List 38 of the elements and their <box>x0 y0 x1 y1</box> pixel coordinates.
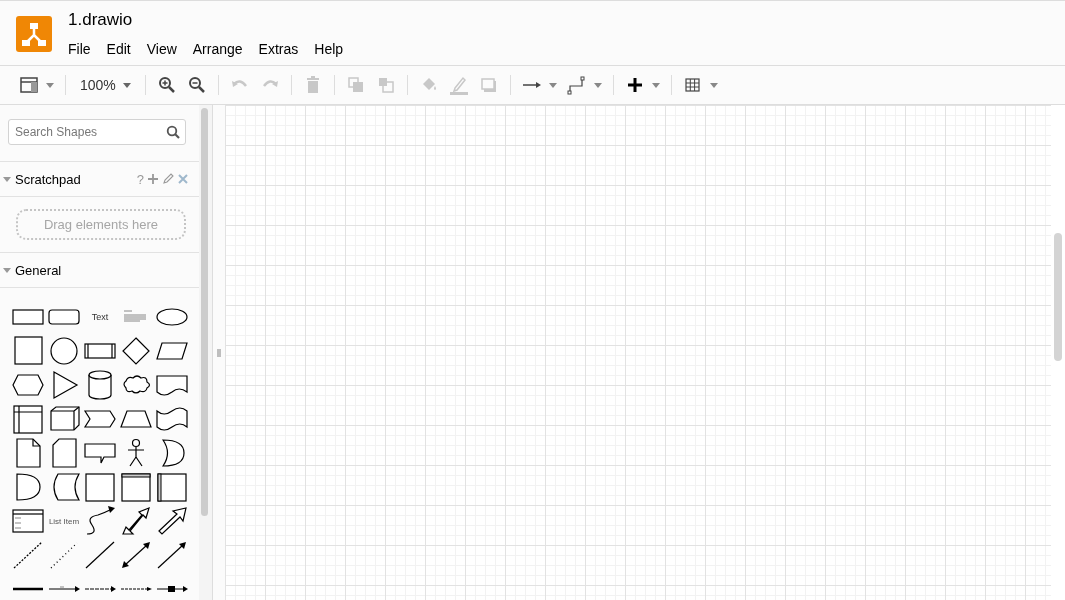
menu-item[interactable]: View <box>138 39 185 59</box>
scratchpad-header[interactable]: Scratchpad ? <box>0 162 199 197</box>
vertical-container-icon[interactable] <box>154 471 190 503</box>
caret-icon[interactable] <box>709 82 718 88</box>
caret-icon[interactable] <box>548 82 557 88</box>
menu-item[interactable]: Arrange <box>184 39 251 59</box>
menu-item[interactable]: Extras <box>250 39 307 59</box>
layout-panel-icon[interactable] <box>19 75 39 95</box>
zoom-out-icon[interactable] <box>186 75 207 95</box>
menu-item[interactable]: File <box>60 39 99 59</box>
list-item-shape[interactable]: List Item <box>48 516 80 526</box>
table-icon[interactable] <box>682 75 703 95</box>
expand-caret-icon[interactable] <box>3 267 11 273</box>
menu-item[interactable]: Help <box>306 39 352 59</box>
scrollbar-thumb[interactable] <box>1054 233 1062 361</box>
splitter-handle-icon[interactable] <box>217 348 221 357</box>
caret-icon[interactable] <box>46 82 54 88</box>
file-title[interactable]: 1.drawio <box>68 10 352 30</box>
caret-icon[interactable] <box>651 82 660 88</box>
add-icon[interactable] <box>147 173 159 185</box>
zoom-in-icon[interactable] <box>156 75 177 95</box>
text-shape[interactable]: Text <box>91 312 109 322</box>
caret-icon[interactable] <box>122 82 131 88</box>
search-field[interactable]: Search Shapes <box>8 119 186 145</box>
window-icon[interactable] <box>118 471 154 503</box>
expand-caret-icon[interactable] <box>3 176 11 182</box>
zoom-dropdown[interactable]: 100% <box>72 73 139 97</box>
edit-icon[interactable] <box>162 173 174 185</box>
orthogonal-connector-icon[interactable] <box>566 75 587 95</box>
app-logo-icon <box>16 16 52 52</box>
internal-storage-icon[interactable] <box>10 403 46 435</box>
caret-icon[interactable] <box>593 82 602 88</box>
section-title: Scratchpad <box>15 171 81 187</box>
section-title: General <box>15 262 62 278</box>
menu-item[interactable]: Edit <box>98 39 139 59</box>
scrollbar-thumb[interactable] <box>201 108 208 516</box>
search-icon[interactable] <box>166 125 180 139</box>
container-icon[interactable] <box>82 471 118 503</box>
